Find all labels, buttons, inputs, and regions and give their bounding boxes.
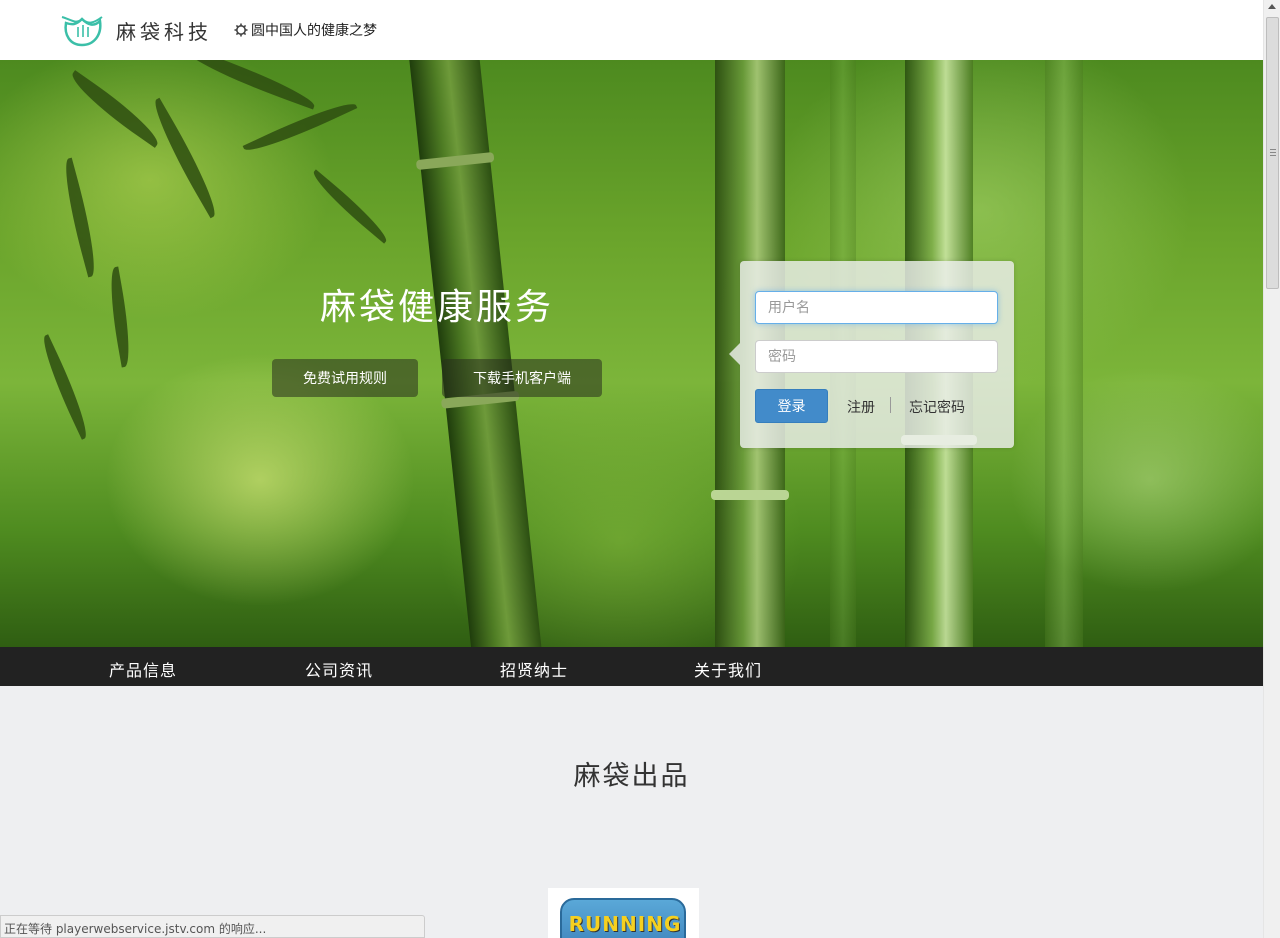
nav-item-about[interactable]: 关于我们 (694, 657, 762, 681)
tagline-text: 圆中国人的健康之梦 (251, 23, 377, 39)
bamboo-leaf (64, 70, 166, 148)
product-card-running[interactable]: RUNNING (548, 888, 699, 938)
login-panel: 登录 注册 忘记密码 (729, 261, 1014, 448)
scrollbar-thumb[interactable] (1266, 17, 1279, 289)
vertical-scrollbar[interactable] (1263, 0, 1280, 938)
bamboo-stalk (1045, 60, 1083, 647)
bamboo-leaf (307, 169, 393, 244)
main-nav: 产品信息 公司资讯 招贤纳士 关于我们 (0, 647, 1263, 686)
product-card-label: RUNNING (568, 912, 682, 936)
nav-item-careers[interactable]: 招贤纳士 (500, 657, 568, 681)
bamboo-stalk (407, 60, 543, 647)
bamboo-leaf (35, 334, 95, 440)
link-divider (890, 397, 891, 413)
forgot-password-link[interactable]: 忘记密码 (909, 397, 965, 417)
bamboo-leaf-logo-icon[interactable] (60, 11, 104, 49)
running-app-icon: RUNNING (560, 898, 686, 938)
gear-icon (234, 23, 248, 37)
bamboo-leaf (104, 266, 136, 368)
bamboo-leaf (57, 157, 103, 278)
register-link[interactable]: 注册 (847, 397, 875, 417)
nav-item-news[interactable]: 公司资讯 (305, 657, 373, 681)
bamboo-leaf (145, 97, 225, 219)
login-button[interactable]: 登录 (755, 389, 828, 423)
scroll-grip-icon (1270, 149, 1276, 156)
hero-title: 麻袋健康服务 (320, 287, 555, 328)
username-input[interactable] (755, 291, 998, 324)
scroll-up-arrow-icon[interactable] (1268, 4, 1276, 9)
products-section-title: 麻袋出品 (573, 761, 690, 792)
nav-item-products[interactable]: 产品信息 (109, 657, 177, 681)
brand-name[interactable]: 麻袋科技 (116, 16, 212, 45)
free-trial-rules-button[interactable]: 免费试用规则 (272, 359, 418, 397)
site-header: 麻袋科技 圆中国人的健康之梦 (0, 0, 1263, 60)
browser-status-bar: 正在等待 playerwebservice.jstv.com 的响应... (0, 915, 425, 938)
bamboo-leaf (181, 60, 319, 110)
page: 麻袋科技 圆中国人的健康之梦 麻袋健康服务 免费试用规则 下载手机客户端 用户名… (0, 0, 1280, 938)
password-input[interactable] (755, 340, 998, 373)
download-mobile-client-button[interactable]: 下载手机客户端 (442, 359, 602, 397)
hero-banner: 麻袋健康服务 免费试用规则 下载手机客户端 登录 注册 忘记密码 (0, 60, 1263, 647)
tagline: 圆中国人的健康之梦 (234, 20, 377, 40)
